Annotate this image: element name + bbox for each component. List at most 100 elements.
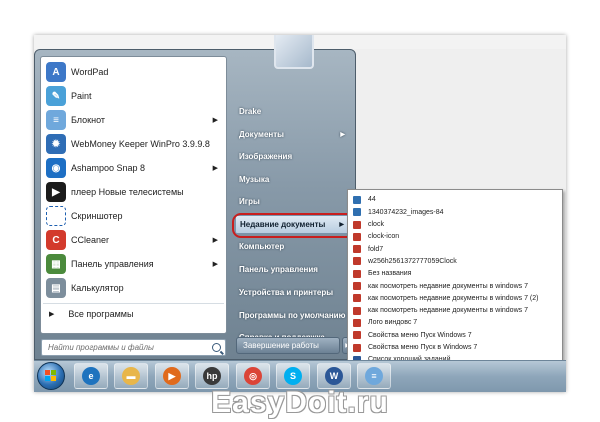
search-icon[interactable] [212,343,221,352]
start-menu-link-label: Программы по умолчанию [239,311,346,320]
program-item[interactable]: ✹ WebMoney Keeper WinPro 3.9.9.8 [43,131,224,157]
program-label: Блокнот [71,115,106,125]
recent-document-item[interactable]: Без названия [350,268,560,280]
desktop-area [356,49,566,203]
program-item[interactable]: ▶ плеер Новые телесистемы [43,179,224,205]
control-panel-icon: ▦ [46,254,66,274]
program-item[interactable]: C CCleaner ▶ [43,227,224,253]
start-menu-link-label: Музыка [239,175,270,184]
recent-document-item[interactable]: Лого виндовс 7 [350,317,560,329]
all-programs-label: Все программы [68,309,134,319]
start-menu-link[interactable]: Drake [235,102,351,121]
program-label: Ashampoo Snap 8 [71,163,146,173]
start-menu-link-label: Компьютер [239,242,285,251]
program-label: Панель управления [71,259,154,269]
ashampoo-snap-icon: ◉ [46,158,66,178]
program-label: Скриншотер [71,211,123,221]
chevron-right-icon: ▶ [212,117,218,124]
recent-document-item[interactable]: как посмотреть недавние документы в wind… [350,280,560,292]
recent-document-item[interactable]: Свойства меню Пуск в Windows 7 [350,342,560,354]
start-menu-link-label: Изображения [239,152,293,161]
picture-file-icon [353,245,361,254]
program-item[interactable]: ≡ Блокнот ▶ [43,107,224,133]
recent-document-item[interactable]: как посмотреть недавние документы в wind… [350,292,560,304]
internet-explorer-icon: e [82,367,100,385]
recent-document-item[interactable]: fold7 [350,243,560,255]
start-menu-link-label: Игры [239,197,260,206]
chevron-right-icon: ▶ [212,165,218,172]
screenshot-frame: A WordPad ✎ Paint ≡ Блокнот ▶ ✹ WebMoney Keeper … [34,35,566,392]
start-menu: A WordPad ✎ Paint ≡ Блокнот ▶ ✹ WebMoney Keeper … [34,35,358,361]
picture-file-icon [353,343,361,352]
chevron-right-icon: ▶ [340,132,345,138]
picture-file-icon [353,294,361,303]
start-menu-link-label: Drake [239,107,262,116]
recent-document-item[interactable]: 1340374232_images-84 [350,206,560,218]
program-label: Калькулятор [71,283,124,293]
recent-document-label: fold7 [368,245,384,253]
chevron-right-icon: ▶ [212,261,218,268]
recent-document-item[interactable]: w256h2561372777059Clock [350,256,560,268]
picture-file-icon [353,257,361,266]
recent-document-item[interactable]: 44 [350,194,560,206]
paint-icon: ✎ [46,86,66,106]
picture-file-icon [353,220,361,229]
start-menu-link[interactable]: Документы ▶ [235,125,351,144]
recent-document-item[interactable]: Свойства меню Пуск Windows 7 [350,329,560,341]
highlight-circle [232,213,358,238]
shutdown-label: Завершение работы [243,341,319,350]
notepad-icon: ≡ [46,110,66,130]
recent-document-item[interactable]: как посмотреть недавние документы в wind… [350,305,560,317]
hp-icon: hp [203,367,221,385]
recent-document-label: Лого виндовс 7 [368,319,418,327]
image-file-icon [353,208,361,217]
start-menu-link[interactable]: Программы по умолчанию [235,306,351,325]
start-menu-link[interactable]: Компьютер [235,237,351,256]
recent-document-item[interactable]: clock-icon [350,231,560,243]
calculator-icon: ▤ [46,278,66,298]
program-item[interactable]: Скриншотер [43,203,224,229]
recent-document-label: clock [368,221,384,229]
recent-document-label: как посмотреть недавние документы в wind… [368,307,528,315]
start-menu-link[interactable]: Панель управления [235,260,351,279]
start-menu-link[interactable]: Устройства и принтеры [235,283,351,302]
skype-icon: S [284,367,302,385]
program-label: плеер Новые телесистемы [71,187,184,197]
chrome-icon: ◎ [244,367,262,385]
start-menu-right-column: Drake Документы ▶ Изображения Музыка Игры Неда… [231,35,358,361]
user-picture[interactable] [274,35,314,69]
program-label: WordPad [71,67,109,77]
picture-file-icon [353,306,361,315]
start-menu-link-label: Панель управления [239,265,318,274]
start-menu-link[interactable]: Недавние документы ▶ [232,213,358,238]
search-placeholder: Найти программы и файлы [48,343,154,352]
chevron-right-icon: ▶ [49,311,55,318]
webmoney-icon: ✹ [46,134,66,154]
watermark: EasyDoit.ru [211,386,389,419]
all-programs-button[interactable]: ▶ Все программы [43,303,224,324]
image-file-icon [353,195,361,204]
recent-document-label: Свойства меню Пуск в Windows 7 [368,344,478,352]
start-menu-link-label: Устройства и принтеры [239,288,334,297]
notepad-icon: ≡ [365,367,383,385]
shutdown-button[interactable]: Завершение работы [236,337,340,354]
folder-icon: ▬ [122,367,140,385]
start-menu-link[interactable]: Изображения [235,147,351,166]
program-item[interactable]: ▦ Панель управления ▶ [43,251,224,277]
start-menu-link[interactable]: Музыка [235,170,351,189]
program-item[interactable]: ✎ Paint [43,83,224,109]
program-item[interactable]: A WordPad [43,59,224,85]
picture-file-icon [353,318,361,327]
program-label: Paint [71,91,92,101]
recent-document-item[interactable]: clock [350,219,560,231]
picture-file-icon [353,269,361,278]
program-item[interactable]: ▤ Калькулятор [43,275,224,301]
word-icon: W [325,367,343,385]
start-menu-link-label: Документы [239,130,284,139]
program-item[interactable]: ◉ Ashampoo Snap 8 ▶ [43,155,224,181]
recent-document-label: Без названия [368,270,412,278]
search-input[interactable]: Найти программы и файлы [41,339,226,356]
recent-document-label: w256h2561372777059Clock [368,257,457,265]
program-label: WebMoney Keeper WinPro 3.9.9.8 [71,139,210,149]
start-menu-link[interactable]: Игры [235,192,351,211]
